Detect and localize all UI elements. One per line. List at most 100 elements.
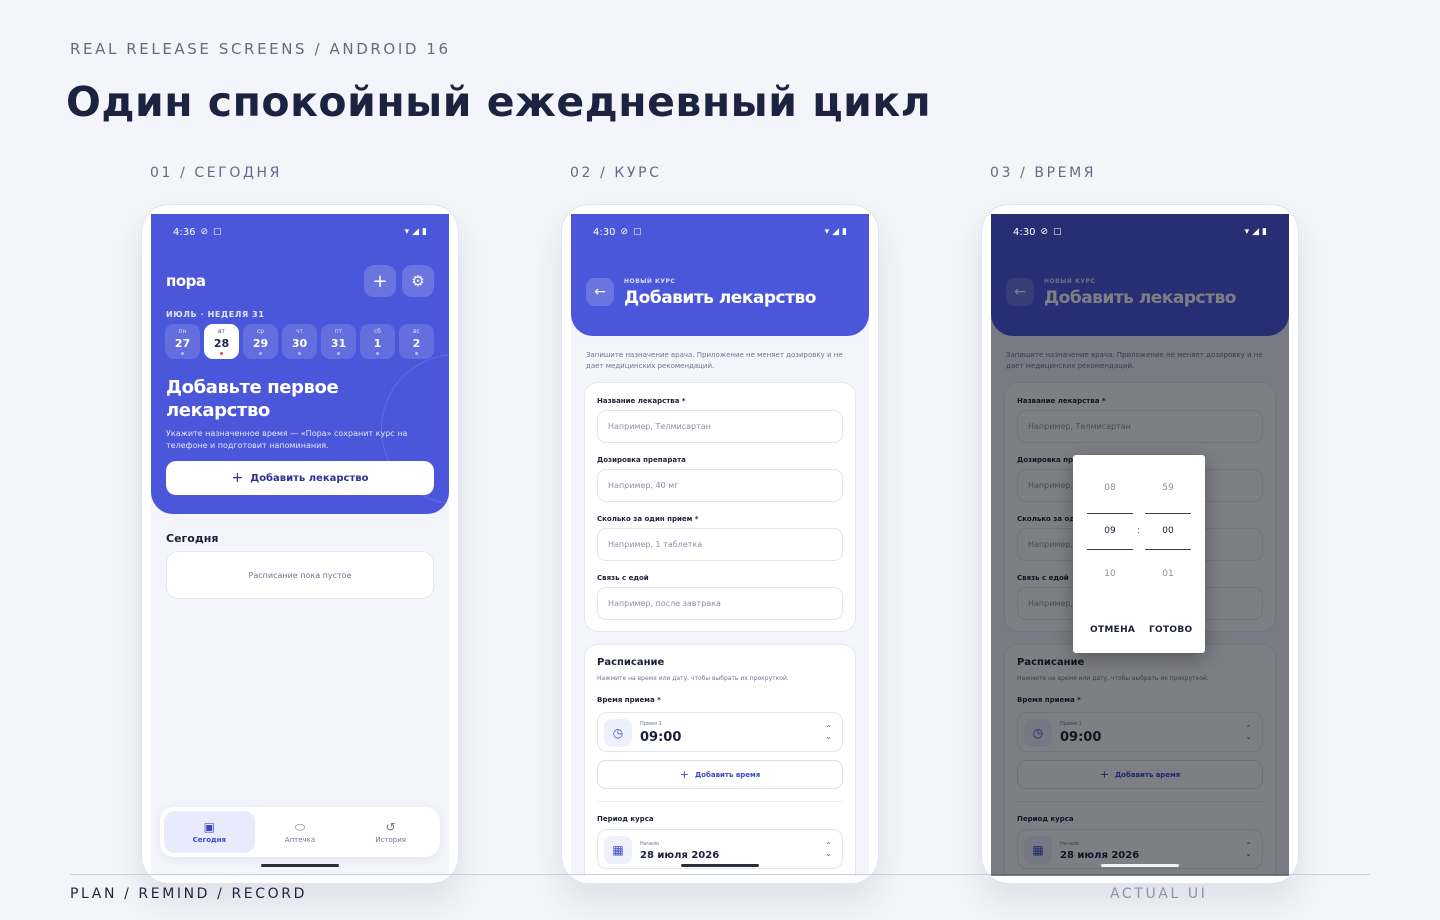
empty-schedule-text: Расписание пока пустое [248,570,352,580]
add-medicine-button[interactable]: + Добавить лекарство [166,461,434,495]
done-button[interactable]: ГОТОВО [1149,625,1193,635]
screenshot-icon: ▢ [633,226,642,237]
battery-icon: ▮ [1262,226,1267,237]
medicine-details-card: Название лекарства * Например, Телмисарт… [584,382,856,632]
status-bar: 4:30 ⊘ ▢ ▾ ◢ ▮ [991,214,1289,250]
nav-medicine-cabinet[interactable]: ⬭ Аптечка [255,811,346,853]
day-chip[interactable]: пн 27 [165,324,200,359]
wheel-divider [1087,513,1133,514]
gear-icon: ⚙ [411,272,425,290]
dosage-input[interactable]: Например, 40 мг [597,469,843,502]
home-indicator[interactable] [261,864,339,867]
back-button[interactable]: ← [586,278,614,306]
history-icon: ↺ [385,819,396,834]
nav-today[interactable]: ▣ Сегодня [164,811,255,853]
day-chip[interactable]: вс 2 [399,324,434,359]
hour-selected[interactable]: 09 [1087,526,1133,536]
screen-time: 4:30 ⊘ ▢ ▾ ◢ ▮ ← НОВЫЙ КУРС Добавить лек… [991,214,1289,876]
clock-icon: ◷ [604,719,632,747]
day-chip[interactable]: сб 1 [360,324,395,359]
wheel-divider [1145,513,1191,514]
home-indicator[interactable] [681,864,759,867]
wifi-icon: ▾ [824,226,830,237]
phone-today: 4:36 ⊘ ▢ ▾ ◢ ▮ пора + ⚙ ИЮЛЬ · НЕДЕЛЯ 31… [141,204,459,884]
footer-label: ACTUAL UI [1110,886,1208,902]
plus-icon: + [231,470,244,486]
phone-course: 4:30 ⊘ ▢ ▾ ◢ ▮ ← НОВЫЙ КУРС Добавить лек… [561,204,879,884]
food-relation-input[interactable]: Например, после завтрака [597,587,843,620]
column-label-course: 02 / КУРС [570,165,662,181]
schedule-card: Расписание Нажмите на время или дату, чт… [584,644,856,876]
home-indicator[interactable] [1101,864,1179,867]
day-dot [415,351,418,355]
hour-option[interactable]: 08 [1087,483,1133,493]
cancel-button[interactable]: ОТМЕНА [1090,625,1135,635]
settings-button[interactable]: ⚙ [402,265,434,297]
start-date-value: 28 июля 2026 [640,850,720,861]
disclaimer-note: Запишите назначение врача. Приложение не… [586,351,843,370]
calendar-icon: ▣ [203,819,215,834]
footer-tagline: PLAN / REMIND / RECORD [70,886,307,902]
day-chip-selected[interactable]: вт 28 [204,324,239,359]
form-kicker: НОВЫЙ КУРС [624,278,676,285]
field-label-food: Связь с едой [597,574,649,582]
week-label: ИЮЛЬ · НЕДЕЛЯ 31 [166,310,265,319]
minute-option[interactable]: 59 [1145,483,1191,493]
dose-time-value: 09:00 [640,730,682,745]
hour-wheel[interactable]: 08 09 10 [1087,455,1133,605]
field-label-name: Название лекарства * [597,397,686,405]
hero-subtitle: Укажите назначенное время — «Пора» сохра… [166,429,408,450]
pill-icon: ⬭ [294,819,306,834]
time-picker-dialog: 08 09 10 : 59 00 01 ОТМЕНА ГОТОВО [1073,455,1205,653]
arrow-left-icon: ← [594,284,606,300]
dose-time-selector[interactable]: ◷ Прием 1 09:00 ⌃ ⌄ [597,712,843,752]
screenshot-icon: ▢ [213,226,222,237]
wheel-divider [1087,549,1133,550]
screenshot-icon: ▢ [1053,226,1062,237]
amount-input[interactable]: Например, 1 таблетка [597,528,843,561]
empty-schedule-card: Расписание пока пустое [166,551,434,599]
plus-icon: + [679,768,689,781]
minute-wheel[interactable]: 59 00 01 [1145,455,1191,605]
status-bar: 4:36 ⊘ ▢ ▾ ◢ ▮ [151,214,449,250]
add-button[interactable]: + [364,265,396,297]
column-label-today: 01 / СЕГОДНЯ [150,165,283,181]
day-dot [376,351,379,355]
hero-title: Добавьте первое лекарство [166,377,339,421]
minute-option[interactable]: 01 [1145,569,1191,579]
screen-today: 4:36 ⊘ ▢ ▾ ◢ ▮ пора + ⚙ ИЮЛЬ · НЕДЕЛЯ 31… [151,214,449,876]
day-dot [337,351,340,355]
medicine-name-input[interactable]: Например, Телмисартан [597,410,843,443]
plus-icon: + [372,270,388,292]
wifi-icon: ▾ [404,226,410,237]
add-medicine-label: Добавить лекарство [250,472,369,484]
day-dot [259,351,262,355]
section-title-today: Сегодня [166,532,219,545]
screen-course: 4:30 ⊘ ▢ ▾ ◢ ▮ ← НОВЫЙ КУРС Добавить лек… [571,214,869,876]
day-chip[interactable]: пт 31 [321,324,356,359]
chevron-updown-icon: ⌃⌄ [825,841,832,858]
signal-icon: ◢ [832,226,840,237]
dnd-icon: ⊘ [200,226,209,237]
calendar-icon: ▦ [604,836,632,864]
start-date-selector[interactable]: ▦ Начало 28 июля 2026 ⌃ ⌄ [597,829,843,869]
phone-time: 4:30 ⊘ ▢ ▾ ◢ ▮ ← НОВЫЙ КУРС Добавить лек… [981,204,1299,884]
page-title: Один спокойный ежедневный цикл [66,78,932,126]
minute-selected[interactable]: 00 [1145,526,1191,536]
chevron-updown-icon: ⌃⌄ [825,724,832,741]
day-chip[interactable]: чт 30 [282,324,317,359]
status-time: 4:30 [593,226,616,238]
add-time-button[interactable]: + Добавить время [597,760,843,789]
signal-icon: ◢ [1252,226,1260,237]
column-label-time: 03 / ВРЕМЯ [990,165,1097,181]
hour-option[interactable]: 10 [1087,569,1133,579]
wifi-icon: ▾ [1244,226,1250,237]
divider [597,801,843,802]
day-chip[interactable]: ср 29 [243,324,278,359]
app-logo: пора [166,272,206,290]
wheel-divider [1145,549,1191,550]
field-label-dosage: Дозировка препарата [597,456,686,464]
nav-history[interactable]: ↺ История [345,811,436,853]
page-kicker: REAL RELEASE SCREENS / ANDROID 16 [70,40,451,58]
status-time: 4:36 [173,226,196,238]
